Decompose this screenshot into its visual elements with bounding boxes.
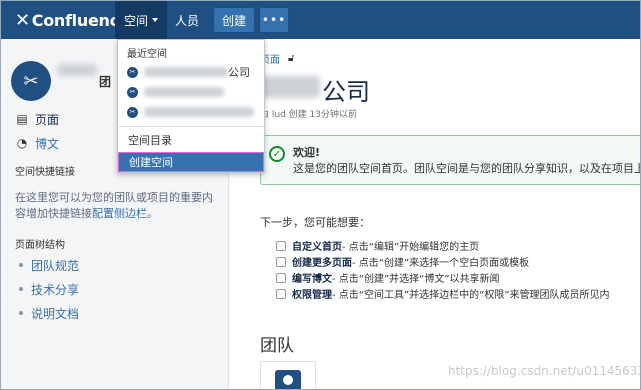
- chevron-down-icon: [152, 18, 159, 22]
- check-circle-icon: ✓: [269, 146, 285, 162]
- task-title: 编写博文: [292, 274, 332, 285]
- confluence-x-icon: ✕: [15, 9, 30, 31]
- space-directory-link[interactable]: 空间目录: [128, 132, 172, 148]
- recent-space-label: 公司: [228, 66, 250, 79]
- task-checkbox[interactable]: [276, 288, 286, 299]
- recent-spaces-heading: 最近空间: [127, 49, 167, 60]
- recent-space-item[interactable]: ✂ 公司: [127, 64, 250, 80]
- tree-item[interactable]: 团队规范: [1, 253, 228, 277]
- divider: [118, 126, 264, 127]
- watermark: https://blog.csdn.net/u011456337: [448, 364, 641, 378]
- tree-item-label: 技术分享: [31, 282, 80, 297]
- team-heading: 团队: [260, 336, 294, 356]
- configure-sidebar-link[interactable]: 配置侧边栏: [92, 207, 147, 220]
- task-item: 编写博文 - 点击“创建”并选择“博文”以共享新闻: [276, 270, 640, 285]
- rss-icon: ◔: [16, 136, 28, 150]
- page-title: 公司: [322, 78, 370, 106]
- next-steps-heading: 下一步，您可能想要：: [260, 216, 370, 229]
- recent-space-item[interactable]: ✂: [127, 104, 254, 120]
- task-title: 自定义首页: [292, 242, 342, 253]
- lock-icon[interactable]: 🔓︎: [288, 53, 294, 64]
- space-icon: ✂: [127, 66, 138, 78]
- avatar: [275, 370, 301, 389]
- blog-label: 博文: [35, 136, 60, 151]
- task-item: 自定义首页 - 点击“编辑”开始编辑您的主页: [276, 238, 640, 253]
- spaces-dropdown: 最近空间 ✂ 公司 ✂ ✂ 空间目录 创建空间: [117, 39, 265, 173]
- spaces-menu[interactable]: 空间: [115, 1, 168, 39]
- welcome-text: 这是您的团队空间首页。团队空间是与您的团队分享知识，以及在项目上: [293, 162, 641, 175]
- more-button[interactable]: •••: [259, 7, 290, 33]
- bullet-icon: [19, 311, 23, 315]
- people-link[interactable]: 人员: [167, 1, 207, 39]
- task-item: 创建更多页面 - 点击“创建”来选择一个空白页面或模板: [276, 254, 640, 269]
- task-title: 创建更多页面: [292, 258, 352, 269]
- space-name[interactable]: 团: [99, 73, 111, 90]
- page-tree-title: 页面树结构: [15, 240, 65, 251]
- tree-item-label: 说明文档: [31, 306, 80, 321]
- spaces-label: 空间: [124, 13, 149, 28]
- top-navigation-bar: ✕ Confluence 空间 人员 创建 •••: [1, 1, 640, 39]
- welcome-title: 欢迎!: [293, 146, 321, 159]
- redacted-space: [144, 87, 224, 97]
- shortcuts-end: 。: [147, 207, 158, 220]
- team-member-card[interactable]: [260, 361, 316, 389]
- task-text: - 点击“空间工具”并选择边栏中的“权限”来管理团队成员所见内: [332, 290, 610, 301]
- task-checkbox[interactable]: [276, 256, 286, 267]
- redacted-space: [144, 107, 254, 117]
- task-checkbox[interactable]: [276, 272, 286, 283]
- task-text: - 点击“创建”来选择一个空白页面或模板: [352, 258, 530, 269]
- recent-space-item[interactable]: ✂: [127, 84, 224, 100]
- task-title: 权限管理: [292, 290, 332, 301]
- confluence-window: ✕ Confluence 空间 人员 创建 ••• ✂ 团 ▤ 页面 ◔ 博文 …: [0, 0, 641, 390]
- redacted-title: [260, 76, 320, 98]
- shortcuts-description: 在这里您可以为您的团队或项目的重要内容增加快捷链接配置侧边栏。: [1, 178, 228, 222]
- task-item: 权限管理 - 点击“空间工具”并选择边栏中的“权限”来管理团队成员所见内: [276, 286, 640, 301]
- page-content: 页面 🔓︎ 公司 由 lud 创建 13分钟以前 ✓ 欢迎! 这是您的团队空间首…: [230, 39, 641, 389]
- page-byline: 由 lud 创建 13分钟以前: [260, 110, 357, 120]
- create-space-menu-item[interactable]: 创建空间: [118, 152, 264, 172]
- people-label: 人员: [175, 13, 200, 28]
- create-button[interactable]: 创建: [213, 7, 256, 33]
- tree-item[interactable]: 技术分享: [1, 277, 228, 301]
- tree-item-label: 团队规范: [31, 258, 80, 273]
- task-text: - 点击“创建”并选择“博文”以共享新闻: [332, 274, 500, 285]
- bullet-icon: [19, 263, 23, 267]
- task-checkbox[interactable]: [276, 240, 286, 251]
- tree-item[interactable]: 说明文档: [1, 301, 228, 325]
- confluence-logo[interactable]: ✕ Confluence: [1, 1, 130, 39]
- bullet-icon: [19, 287, 23, 291]
- breadcrumb: 页面 🔓︎: [260, 51, 294, 66]
- pages-label: 页面: [35, 112, 60, 127]
- space-icon: ✂: [127, 106, 138, 118]
- space-icon: ✂: [127, 86, 138, 98]
- redacted-space: [144, 67, 228, 77]
- redacted-space-name: [57, 64, 97, 76]
- page-icon: ▤: [16, 112, 28, 126]
- space-avatar[interactable]: ✂: [11, 61, 51, 101]
- welcome-panel: ✓ 欢迎! 这是您的团队空间首页。团队空间是与您的团队分享知识，以及在项目上: [260, 135, 641, 185]
- task-text: - 点击“编辑”开始编辑您的主页: [342, 242, 480, 253]
